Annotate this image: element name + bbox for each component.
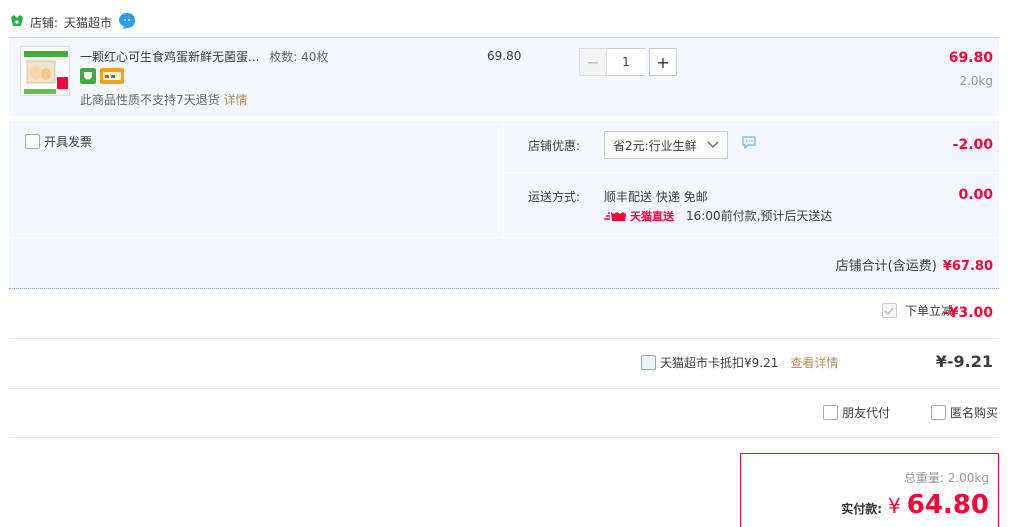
return-policy-text: 此商品性质不支持7天退货 <box>80 93 220 107</box>
card-pay-icon <box>100 68 124 87</box>
tmall-direct-text: 天猫直送 <box>630 209 674 223</box>
shop-promo-label: 店铺优惠: <box>528 139 581 153</box>
invoice-option[interactable]: 开具发票 <box>25 133 92 150</box>
supermarket-card-label: 天猫超市卡抵扣¥9.21 <box>660 356 779 370</box>
total-weight: 总重量: 2.00kg <box>903 471 989 485</box>
promo-shipping-panel: 店铺优惠: 省2元:行业生鲜 -2.00 运送方式: 顺丰配送 快递 免邮 天猫… <box>504 121 999 237</box>
quantity-input[interactable]: 1 <box>607 48 645 76</box>
actual-payment: 实付款: ¥ 64.80 <box>841 490 989 520</box>
item-spec: 枚数: 40枚 <box>269 50 329 64</box>
supermarket-card-option: 天猫超市卡抵扣¥9.21 查看详情 <box>641 354 838 371</box>
return-policy-note: 此商品性质不支持7天退货 详情 <box>80 91 248 108</box>
shop-total-bar: 店铺合计(含运费) ¥67.80 <box>9 238 999 289</box>
item-service-tags <box>80 68 124 87</box>
anonymous-buy-option[interactable]: 匿名购买 <box>931 404 998 421</box>
anonymous-buy-checkbox[interactable] <box>931 405 946 420</box>
shipping-label: 运送方式: <box>528 190 581 204</box>
shop-promo-selected: 省2元:行业生鲜 <box>613 138 697 153</box>
shop-total-amount: ¥67.80 <box>942 259 993 274</box>
unit-price: 69.80 <box>487 49 522 63</box>
shop-name[interactable]: 天猫超市 <box>64 14 112 31</box>
decrease-quantity-button[interactable]: − <box>579 48 607 76</box>
promo-message-icon[interactable] <box>742 136 756 152</box>
supermarket-card-amount: ¥-9.21 <box>935 352 993 371</box>
guarantee-icon <box>80 68 96 87</box>
quantity-stepper: − 1 + <box>579 48 677 76</box>
increase-quantity-button[interactable]: + <box>649 48 677 76</box>
payment-summary: 总重量: 2.00kg 实付款: ¥ 64.80 <box>740 453 999 527</box>
shop-total: 店铺合计(含运费) ¥67.80 <box>836 255 993 274</box>
row-divider <box>9 388 999 389</box>
row-divider <box>9 338 999 339</box>
order-item-row: 一颗红心可生食鸡蛋新鲜无菌蛋... 枚数: 40枚 此商品性质不支持7天退货 详情… <box>9 37 999 116</box>
shop-promo-select[interactable]: 省2元:行业生鲜 <box>604 131 728 159</box>
invoice-checkbox[interactable] <box>25 134 40 149</box>
chat-bubble-icon[interactable] <box>118 12 136 33</box>
chevron-down-icon <box>707 138 719 152</box>
shop-icon <box>10 14 24 30</box>
actual-payment-amount: 64.80 <box>906 490 989 520</box>
shipping-eta: 16:00前付款,预计后天送达 <box>686 209 833 223</box>
actual-payment-label: 实付款: <box>841 502 883 516</box>
instant-discount-checkbox <box>881 303 897 318</box>
shop-promo-amount: -2.00 <box>952 137 993 153</box>
shipping-eta-line: 天猫直送 16:00前付款,预计后天送达 <box>604 207 832 224</box>
invoice-panel: 开具发票 <box>9 121 502 237</box>
shop-label: 店铺: <box>30 15 59 30</box>
tmall-direct-logo: 天猫直送 <box>604 208 674 224</box>
invoice-label: 开具发票 <box>44 135 93 149</box>
product-thumbnail[interactable] <box>20 46 70 96</box>
anonymous-buy-label: 匿名购买 <box>950 406 999 420</box>
item-subtotal: 69.80 <box>948 50 993 66</box>
friend-pay-option[interactable]: 朋友代付 <box>823 404 890 421</box>
shipping-fee: 0.00 <box>958 187 993 203</box>
item-weight: 2.0kg <box>959 74 993 88</box>
item-title-line: 一颗红心可生食鸡蛋新鲜无菌蛋... 枚数: 40枚 <box>80 48 328 65</box>
supermarket-card-checkbox[interactable] <box>641 355 656 370</box>
shipping-method: 顺丰配送 快递 免邮 <box>604 190 708 204</box>
shop-total-label: 店铺合计(含运费) <box>835 259 937 274</box>
row-divider <box>9 437 999 438</box>
shop-header: 店铺: 天猫超市 <box>10 12 136 32</box>
item-title[interactable]: 一颗红心可生食鸡蛋新鲜无菌蛋... <box>80 50 259 64</box>
supermarket-card-detail-link[interactable]: 查看详情 <box>790 354 838 371</box>
panel-divider <box>504 172 999 173</box>
instant-discount-amount: -¥3.00 <box>942 305 993 321</box>
friend-pay-label: 朋友代付 <box>842 406 891 420</box>
currency-symbol: ¥ <box>888 494 901 518</box>
friend-pay-checkbox[interactable] <box>823 405 838 420</box>
return-policy-detail-link[interactable]: 详情 <box>224 93 248 107</box>
